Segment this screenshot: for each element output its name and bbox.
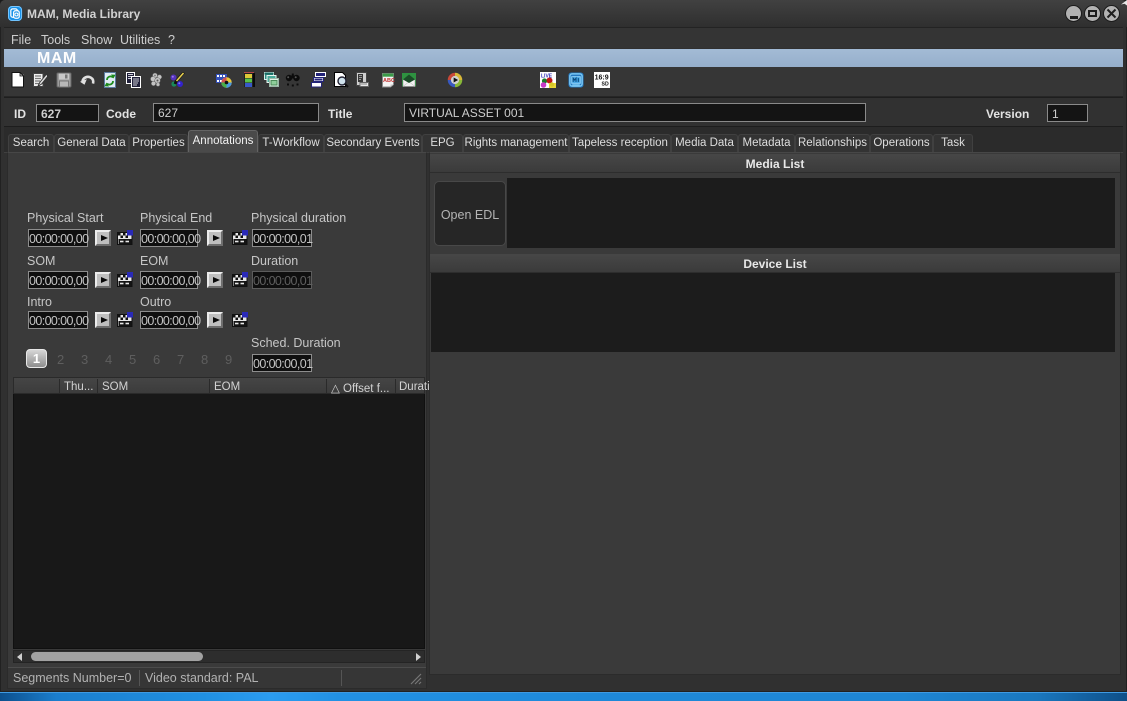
svg-text:SD: SD — [602, 82, 609, 88]
svg-text:16:9: 16:9 — [595, 75, 609, 82]
svg-text:ABC: ABC — [383, 78, 395, 84]
